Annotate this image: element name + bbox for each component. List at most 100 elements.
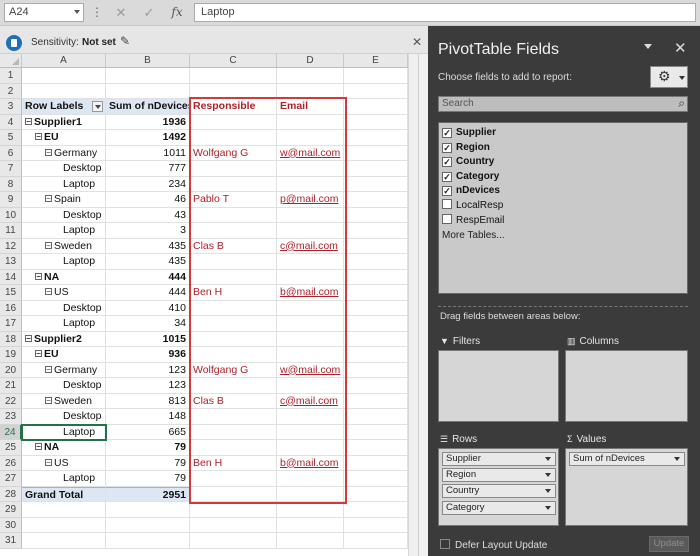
cell-a17[interactable]: Laptop [22, 316, 106, 332]
cell-b18[interactable]: 1015 [106, 331, 190, 347]
row-header-10[interactable]: 10 [0, 207, 22, 223]
cell-a31[interactable] [22, 533, 106, 549]
row-header-8[interactable]: 8 [0, 176, 22, 192]
cell-e9[interactable] [344, 192, 408, 208]
chevron-down-icon[interactable] [674, 457, 680, 461]
cell-e22[interactable] [344, 393, 408, 409]
cell-c31[interactable] [190, 533, 277, 549]
collapse-toggle-icon[interactable]: − [45, 195, 52, 203]
field-checkbox[interactable]: ✓ [442, 157, 452, 168]
collapse-toggle-icon[interactable]: − [35, 133, 42, 141]
field-checkbox[interactable]: ✓ [442, 171, 452, 182]
cell-a25[interactable]: − NA [22, 440, 106, 456]
row-header-13[interactable]: 13 [0, 254, 22, 270]
cell-a11[interactable]: Laptop [22, 223, 106, 239]
cell-b15[interactable]: 444 [106, 285, 190, 301]
column-header-c[interactable]: C [190, 54, 277, 68]
close-icon[interactable]: ✕ [110, 3, 132, 22]
rows-field-chip[interactable]: Country [442, 484, 556, 499]
cell-e31[interactable] [344, 533, 408, 549]
chevron-down-icon[interactable] [74, 10, 80, 14]
cell-b25[interactable]: 79 [106, 440, 190, 456]
cell-d30[interactable] [277, 517, 344, 533]
cell-e30[interactable] [344, 517, 408, 533]
cell-b12[interactable]: 435 [106, 238, 190, 254]
cell-e2[interactable] [344, 83, 408, 99]
cell-b31[interactable] [106, 533, 190, 549]
cell-e13[interactable] [344, 254, 408, 270]
column-header-b[interactable]: B [106, 54, 190, 68]
defer-checkbox[interactable] [440, 539, 450, 549]
cell-a12[interactable]: − Sweden [22, 238, 106, 254]
cell-a8[interactable]: Laptop [22, 176, 106, 192]
sensitivity-value[interactable]: Not set [82, 37, 116, 48]
cell-d1[interactable] [277, 68, 344, 84]
cell-a3[interactable]: Row Labels [22, 99, 106, 115]
cell-d29[interactable] [277, 502, 344, 518]
cell-a22[interactable]: − Sweden [22, 393, 106, 409]
collapse-toggle-icon[interactable]: − [25, 117, 32, 125]
field-search-input[interactable]: Search ⌕ [438, 96, 688, 112]
cell-e1[interactable] [344, 68, 408, 84]
update-button[interactable]: Update [649, 536, 689, 552]
row-header-28[interactable]: 28 [0, 486, 22, 502]
collapse-toggle-icon[interactable]: − [25, 334, 32, 342]
cell-a7[interactable]: Desktop [22, 161, 106, 177]
cell-b27[interactable]: 79 [106, 471, 190, 487]
row-header-7[interactable]: 7 [0, 161, 22, 177]
close-icon[interactable]: ✕ [412, 35, 422, 49]
cell-b21[interactable]: 123 [106, 378, 190, 394]
columns-area[interactable] [565, 350, 688, 422]
cell-e3[interactable] [344, 99, 408, 115]
active-cell-selection[interactable] [21, 423, 107, 441]
row-header-18[interactable]: 18 [0, 331, 22, 347]
row-header-5[interactable]: 5 [0, 130, 22, 146]
chevron-down-icon[interactable] [545, 457, 551, 461]
cell-e6[interactable] [344, 145, 408, 161]
collapse-toggle-icon[interactable]: − [45, 365, 52, 373]
cell-a4[interactable]: − Supplier1 [22, 114, 106, 130]
cell-a6[interactable]: − Germany [22, 145, 106, 161]
cell-a15[interactable]: − US [22, 285, 106, 301]
field-checkbox[interactable] [442, 213, 452, 224]
cell-b23[interactable]: 148 [106, 409, 190, 425]
row-header-2[interactable]: 2 [0, 83, 22, 99]
field-item-localresp[interactable]: LocalResp [442, 199, 503, 213]
more-tables-link[interactable]: More Tables... [442, 230, 505, 241]
cell-a10[interactable]: Desktop [22, 207, 106, 223]
defer-layout-update[interactable]: Defer Layout Update [440, 539, 547, 551]
cell-e16[interactable] [344, 300, 408, 316]
row-header-4[interactable]: 4 [0, 114, 22, 130]
values-area[interactable]: Sum of nDevices [565, 448, 688, 526]
cell-b16[interactable]: 410 [106, 300, 190, 316]
cell-c30[interactable] [190, 517, 277, 533]
cell-e24[interactable] [344, 424, 408, 440]
cell-a30[interactable] [22, 517, 106, 533]
cell-b9[interactable]: 46 [106, 192, 190, 208]
cell-e20[interactable] [344, 362, 408, 378]
cell-b11[interactable]: 3 [106, 223, 190, 239]
field-item-respemail[interactable]: RespEmail [442, 213, 504, 228]
collapse-toggle-icon[interactable]: − [35, 272, 42, 280]
pane-divider[interactable] [438, 306, 688, 307]
cell-b29[interactable] [106, 502, 190, 518]
row-labels-filter-button[interactable] [92, 101, 103, 112]
more-options-icon[interactable]: ⋮ [91, 5, 103, 19]
field-item-ndevices[interactable]: ✓ nDevices [442, 184, 500, 198]
cell-a19[interactable]: − EU [22, 347, 106, 363]
cell-b10[interactable]: 43 [106, 207, 190, 223]
field-checkbox[interactable]: ✓ [442, 142, 452, 153]
row-header-25[interactable]: 25 [0, 440, 22, 456]
cell-e18[interactable] [344, 331, 408, 347]
cell-b3[interactable]: Sum of nDevices [106, 99, 190, 115]
cell-b28[interactable]: 2951 [106, 486, 190, 502]
cell-c1[interactable] [190, 68, 277, 84]
cell-b1[interactable] [106, 68, 190, 84]
row-header-6[interactable]: 6 [0, 145, 22, 161]
field-item-supplier[interactable]: ✓ Supplier [442, 126, 496, 140]
check-icon[interactable]: ✓ [138, 3, 160, 22]
cell-b19[interactable]: 936 [106, 347, 190, 363]
row-header-1[interactable]: 1 [0, 68, 22, 84]
cell-a23[interactable]: Desktop [22, 409, 106, 425]
row-header-20[interactable]: 20 [0, 362, 22, 378]
